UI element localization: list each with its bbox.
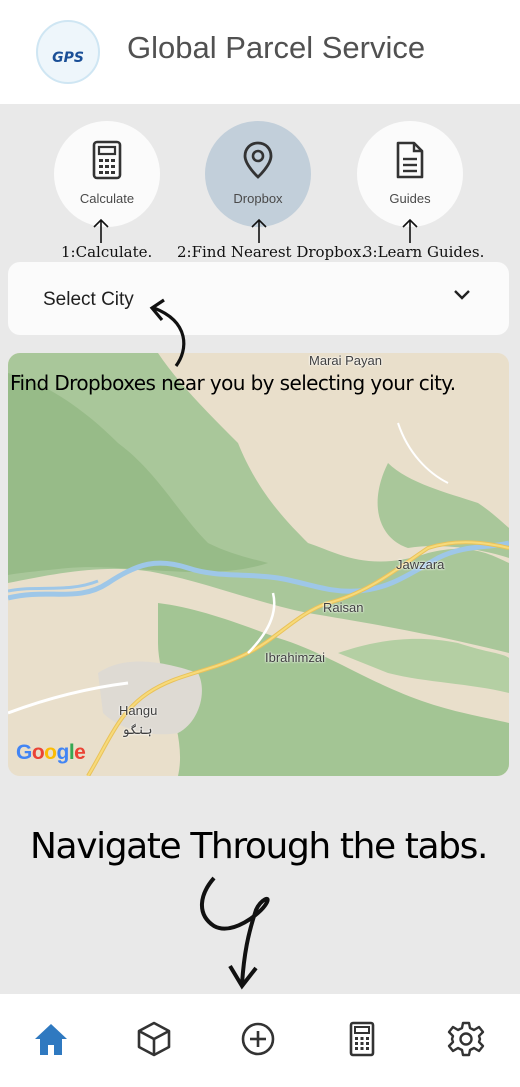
dropbox-button[interactable]: Dropbox (205, 121, 311, 227)
gear-icon[interactable] (446, 1019, 486, 1059)
map-label-marai-payan: Marai Payan (309, 353, 382, 368)
annotation-step3: 3:Learn Guides. (363, 243, 485, 261)
map-label-jawzara: Jawzara (396, 557, 445, 572)
annotation-step2: 2:Find Nearest Dropbox. (177, 243, 367, 261)
bottom-tab-bar (0, 994, 520, 1087)
city-select[interactable]: Select City (8, 262, 509, 335)
map-label-ibrahimzai: Ibrahimzai (265, 650, 325, 665)
calculator-icon (92, 140, 122, 180)
google-letter: e (74, 741, 86, 764)
google-letter: o (31, 741, 45, 764)
up-arrow-icon (402, 218, 418, 243)
location-pin-icon (243, 141, 273, 179)
dropbox-map[interactable]: Marai Payan Jawzara Raisan Ibrahimzai Ha… (8, 353, 509, 776)
app-logo: GPS (36, 20, 100, 84)
calculate-label: Calculate (79, 191, 135, 206)
navigate-annotation: Navigate Through the tabs. (30, 826, 488, 867)
google-letter: o (44, 741, 57, 764)
calculator-icon[interactable] (342, 1019, 382, 1059)
logo-text: GPS (52, 50, 84, 66)
box-icon[interactable] (134, 1019, 174, 1059)
map-label-hangu: Hangu (119, 703, 158, 718)
find-dropboxes-annotation: Find Dropboxes near you by selecting you… (10, 371, 456, 395)
document-icon (396, 141, 424, 179)
guides-button[interactable]: Guides (357, 121, 463, 227)
google-letter: G (16, 741, 32, 764)
up-arrow-icon (93, 218, 109, 243)
map-label-raisan: Raisan (323, 600, 364, 615)
app-title: Global Parcel Service (127, 30, 426, 65)
calculate-button[interactable]: Calculate (54, 121, 160, 227)
squiggle-arrow-icon (200, 876, 270, 990)
app-header: GPS Global Parcel Service (0, 0, 520, 104)
city-select-label: Select City (43, 289, 134, 310)
annotation-step1: 1:Calculate. (61, 243, 153, 261)
plus-circle-icon[interactable] (238, 1019, 278, 1059)
guides-label: Guides (389, 191, 431, 206)
chevron-down-icon (454, 290, 470, 300)
google-letter: g (56, 741, 70, 764)
home-icon[interactable] (31, 1019, 71, 1059)
map-label-hangu-urdu: ہنگو (122, 722, 153, 737)
dropbox-label: Dropbox (233, 191, 283, 206)
up-arrow-icon (251, 218, 267, 243)
google-attribution: Google (16, 741, 86, 765)
curved-arrow-icon (149, 298, 186, 367)
